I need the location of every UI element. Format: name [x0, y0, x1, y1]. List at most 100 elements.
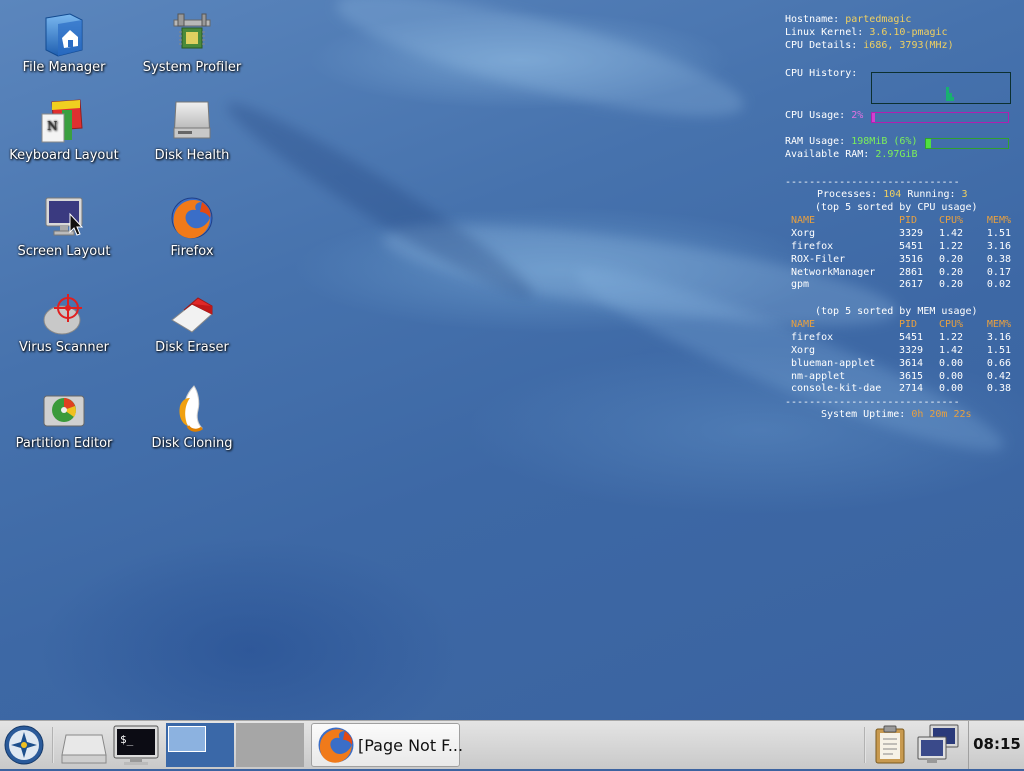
taskbar: $_ [Page Not F... 08:15 [0, 720, 1024, 769]
processes-row: Processes: 104 Running: 3 [817, 189, 968, 200]
process-cpu: 0.00 [939, 370, 964, 382]
process-mem: 3.16 [986, 331, 1011, 343]
workspace-2[interactable] [236, 723, 304, 767]
process-mem: 0.38 [986, 383, 1011, 395]
icon-label: Screen Layout [17, 244, 111, 259]
icon-label: Partition Editor [15, 436, 113, 451]
clock[interactable]: 08:15 [968, 721, 1024, 769]
process-row: firefox 5451 1.22 3.16 [791, 332, 1011, 345]
process-pid: 3615 [899, 370, 924, 382]
desktop-icon-disk-eraser[interactable]: Disk Eraser [130, 290, 254, 356]
crosshair-icon [40, 290, 88, 338]
table-header: NAME PID CPU% MEM% [791, 319, 1011, 330]
desktop-icon-virus-scanner[interactable]: Virus Scanner [2, 290, 126, 356]
network-icon [917, 724, 959, 763]
top-mem-table: NAME PID CPU% MEM% firefox 5451 1.22 3.16 Xorg 3… [791, 319, 1011, 396]
process-mem: 0.02 [986, 279, 1011, 291]
process-name: console-kit-dae [791, 383, 882, 395]
ram-usage-fill [926, 139, 931, 148]
system-monitor: Hostname: partedmagic Linux Kernel: 3.6.… [785, 14, 1015, 420]
desktop-icon-file-manager[interactable]: File Manager [2, 10, 126, 76]
top-cpu-table: NAME PID CPU% MEM% Xorg 3329 1.42 1.51 firefox 5… [791, 215, 1011, 292]
process-mem: 0.38 [986, 253, 1011, 265]
divider-bottom: ----------------------------- [785, 397, 960, 408]
hostname-row: Hostname: partedmagic [785, 14, 912, 25]
icon-label: Keyboard Layout [9, 148, 119, 163]
desktop-icon-firefox[interactable]: Firefox [130, 194, 254, 260]
workspace-1[interactable] [166, 723, 234, 767]
process-cpu: 0.00 [939, 383, 964, 395]
process-row: console-kit-dae 2714 0.00 0.38 [791, 383, 1011, 396]
icon-label: Disk Health [154, 148, 230, 163]
process-mem: 3.16 [986, 240, 1011, 252]
keyboard-flag-icon: N [40, 98, 88, 146]
process-mem: 0.66 [986, 357, 1011, 369]
start-menu-button[interactable] [0, 723, 48, 767]
process-row: gpm 2617 0.20 0.02 [791, 279, 1011, 292]
top-cpu-title: (top 5 sorted by CPU usage) [815, 202, 978, 213]
process-name: nm-applet [791, 370, 846, 382]
icon-label: System Profiler [142, 60, 242, 75]
process-pid: 3516 [899, 253, 924, 265]
terminal-launcher[interactable]: $_ [110, 723, 162, 767]
process-mem: 1.51 [986, 227, 1011, 239]
taskbar-item-label: [Page Not F... [358, 736, 464, 755]
process-cpu: 1.22 [939, 240, 964, 252]
icon-label: Disk Eraser [155, 340, 229, 355]
menu-star-icon [4, 725, 44, 765]
workspace-pager [166, 723, 306, 767]
process-pid: 2861 [899, 266, 924, 278]
cpu-details-row: CPU Details: i686, 3793(MHz) [785, 39, 954, 51]
terminal-icon: $_ [113, 725, 159, 765]
firefox-icon [168, 194, 216, 242]
icon-label: Virus Scanner [19, 340, 109, 355]
desktop-icon-disk-health[interactable]: Disk Health [130, 98, 254, 164]
process-cpu: 1.42 [939, 227, 964, 239]
process-row: ROX-Filer 3516 0.20 0.38 [791, 254, 1011, 267]
drive-launcher[interactable] [58, 723, 110, 767]
desktop-icon-system-profiler[interactable]: System Profiler [130, 10, 254, 76]
process-cpu: 1.42 [939, 344, 964, 356]
cpu-usage-bar [871, 112, 1009, 123]
process-row: NetworkManager 2861 0.20 0.17 [791, 267, 1011, 280]
process-name: firefox [791, 240, 834, 252]
process-name: blueman-applet [791, 357, 876, 369]
desktop[interactable]: File Manager System Profiler N Keyboard … [0, 0, 1024, 720]
process-pid: 3329 [899, 344, 924, 356]
process-row: blueman-applet 3614 0.00 0.66 [791, 358, 1011, 371]
table-header: NAME PID CPU% MEM% [791, 215, 1011, 226]
top-mem-title: (top 5 sorted by MEM usage) [815, 306, 978, 317]
clipboard-icon [875, 725, 905, 764]
desktop-icon-keyboard-layout[interactable]: N Keyboard Layout [2, 98, 126, 164]
process-pid: 2714 [899, 383, 924, 395]
monitor-icon [40, 194, 88, 242]
available-ram-row: Available RAM: 2.97GiB [785, 149, 918, 160]
taskbar-item-firefox[interactable]: [Page Not F... [311, 723, 464, 767]
firefox-icon [318, 727, 354, 763]
process-row: nm-applet 3615 0.00 0.42 [791, 371, 1011, 384]
cpu-history-graph [871, 72, 1011, 104]
divider-top: ----------------------------- [785, 177, 960, 188]
drive-icon [61, 734, 107, 764]
icon-label: Firefox [170, 244, 214, 259]
process-row: firefox 5451 1.22 3.16 [791, 241, 1011, 254]
icon-label: File Manager [22, 60, 106, 75]
process-mem: 1.51 [986, 344, 1011, 356]
partition-disk-icon [40, 386, 88, 434]
process-name: gpm [791, 279, 810, 291]
desktop-icon-partition-editor[interactable]: Partition Editor [2, 386, 126, 452]
ram-usage-bar [925, 138, 1009, 149]
desktop-icon-screen-layout[interactable]: Screen Layout [2, 194, 126, 260]
process-name: Xorg [791, 344, 816, 356]
uptime-row: System Uptime: 0h 20m 22s [821, 409, 972, 420]
workspace-window-thumb [168, 726, 206, 752]
network-tray[interactable] [914, 723, 962, 767]
process-pid: 3329 [899, 227, 924, 239]
cpu-history-label: CPU History: [785, 68, 858, 79]
clipboard-tray[interactable] [870, 723, 910, 767]
desktop-icon-disk-cloning[interactable]: Disk Cloning [130, 384, 254, 452]
caliper-chip-icon [168, 10, 216, 58]
process-cpu: 0.00 [939, 357, 964, 369]
ram-usage-row: RAM Usage: 198MiB (6%) [785, 136, 918, 147]
house-folder-icon [40, 10, 88, 58]
